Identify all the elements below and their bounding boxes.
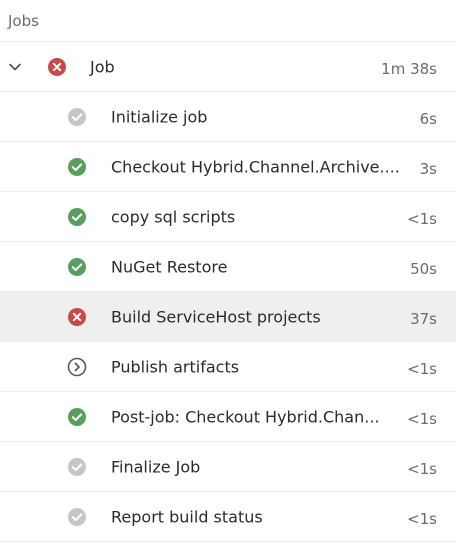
step-duration: 50s xyxy=(410,259,437,278)
success-check-icon xyxy=(67,257,87,277)
success-check-icon xyxy=(67,407,87,427)
chevron-down-icon[interactable] xyxy=(5,57,25,77)
step-duration: <1s xyxy=(407,459,437,478)
failed-icon xyxy=(67,307,87,327)
step-label: Post-job: Checkout Hybrid.Chan... xyxy=(111,407,380,426)
step-duration: 6s xyxy=(419,109,437,128)
job-row[interactable]: Job 1m 38s xyxy=(0,42,456,92)
job-duration: 1m 38s xyxy=(381,59,437,78)
panel-header: Jobs xyxy=(0,0,456,42)
step-label: copy sql scripts xyxy=(111,207,236,226)
step-duration: <1s xyxy=(407,359,437,378)
skipped-check-icon xyxy=(67,507,87,527)
success-check-icon xyxy=(67,157,87,177)
step-row[interactable]: Finalize Job <1s xyxy=(0,442,456,492)
success-check-icon xyxy=(67,207,87,227)
step-label: Build ServiceHost projects xyxy=(111,307,321,326)
skipped-check-icon xyxy=(67,457,87,477)
pending-chevron-icon xyxy=(67,357,87,377)
step-row[interactable]: copy sql scripts <1s xyxy=(0,192,456,242)
panel-title: Jobs xyxy=(8,11,39,30)
step-row-selected[interactable]: Build ServiceHost projects 37s xyxy=(0,292,456,342)
step-duration: 37s xyxy=(410,309,437,328)
step-label: Report build status xyxy=(111,507,263,526)
step-row[interactable]: Publish artifacts <1s xyxy=(0,342,456,392)
skipped-check-icon xyxy=(67,107,87,127)
step-row[interactable]: Report build status <1s xyxy=(0,492,456,542)
failed-icon xyxy=(47,57,67,77)
step-label: Checkout Hybrid.Channel.Archive.... xyxy=(111,157,400,176)
step-duration: <1s xyxy=(407,509,437,528)
step-label: Publish artifacts xyxy=(111,357,240,376)
step-label: NuGet Restore xyxy=(111,257,228,276)
step-row[interactable]: Initialize job 6s xyxy=(0,92,456,142)
step-duration: 3s xyxy=(419,159,437,178)
step-row[interactable]: Post-job: Checkout Hybrid.Chan... <1s xyxy=(0,392,456,442)
step-duration: <1s xyxy=(407,209,437,228)
job-label: Job xyxy=(90,57,115,76)
step-row[interactable]: Checkout Hybrid.Channel.Archive.... 3s xyxy=(0,142,456,192)
step-duration: <1s xyxy=(407,409,437,428)
step-label: Finalize Job xyxy=(111,457,201,476)
step-row[interactable]: NuGet Restore 50s xyxy=(0,242,456,292)
jobs-panel: Jobs Job 1m 38s Initialize job 6s Checko… xyxy=(0,0,456,550)
step-label: Initialize job xyxy=(111,107,208,126)
